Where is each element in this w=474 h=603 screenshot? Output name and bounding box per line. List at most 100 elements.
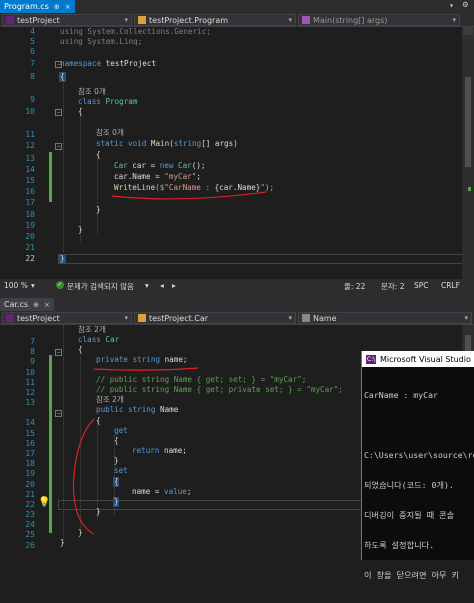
line-number: 17 [25,198,35,207]
issues-status[interactable]: 문제가 검색되지 않음 [67,281,134,292]
line-number: 12 [25,388,35,397]
console-app-icon: C:\ [366,354,376,364]
code-line: class Program [78,97,138,106]
line-number: 21 [25,243,35,252]
tab-car-cs[interactable]: Car.cs ⊕ × [0,298,54,311]
line-number: 15 [25,429,35,438]
line-number: 17 [25,449,35,458]
scrollbar-thumb[interactable] [465,77,471,167]
indent-guide [97,154,98,234]
change-mark [468,187,471,191]
line-number: 8 [30,72,35,81]
code-area[interactable]: using System.Collections.Generic; using … [59,27,474,279]
char-indicator[interactable]: 문자: 2 [381,281,404,292]
line-number: 19 [25,469,35,478]
line-number: 26 [25,541,35,550]
code-line: WriteLine($"CarName : {car.Name}"); [114,183,275,192]
code-line: } [96,205,101,214]
settings-icon[interactable]: ⚙ [463,0,468,10]
program-cs-editor[interactable]: 4 5 6 7 8 9 10 11 12 13 14 15 16 17 18 1… [0,27,474,279]
line-number: 11 [25,378,35,387]
line-number: 19 [25,221,35,230]
code-line: return name; [132,446,187,455]
class-dropdown-label: testProject.Car [149,313,209,323]
indent-guide [80,107,81,242]
console-line: 디버깅이 중지될 때 콘솔 [364,510,455,520]
line-number: 22 [25,254,35,263]
vertical-scrollbar[interactable] [462,27,474,279]
project-dropdown[interactable]: testProject ▾ [2,14,132,26]
top-nav-bar: testProject ▾ testProject.Program ▾ Main… [0,13,474,27]
console-line: 되었습니다(코드: 0개). [364,480,454,490]
class-icon [138,314,146,322]
line-number: 9 [30,357,35,366]
whitespace-indicator[interactable]: SPC [414,281,429,290]
line-number: 14 [25,165,35,174]
line-number: 13 [25,398,35,407]
line-number: 7 [30,337,35,346]
zoom-level[interactable]: 100 % [4,281,28,290]
line-number: 16 [25,439,35,448]
codelens-references[interactable]: 참조 2개 [96,395,124,405]
check-circle-icon: ✓ [56,281,64,289]
console-line: 하도록 설정합니다. [364,540,435,550]
code-line: namespace testProject [60,59,157,68]
console-title-bar[interactable]: C:\ Microsoft Visual Studio 디 [362,351,474,367]
code-line: name = value; [132,487,192,496]
code-line: using System.Linq; [60,37,143,46]
code-line: } [78,528,83,537]
code-line: // public string Name { get; set; } = "m… [96,375,307,384]
pin-icon[interactable]: ⊕ [33,301,39,309]
class-dropdown[interactable]: testProject.Car ▾ [134,312,296,324]
member-dropdown[interactable]: Name ▾ [298,312,472,324]
console-title: Microsoft Visual Studio 디 [380,354,474,364]
console-line: CarName : myCar [364,390,438,400]
console-line: 이 창을 닫으려면 아무 키 [364,570,460,580]
line-indicator[interactable]: 줄: 22 [344,281,365,292]
code-line: { [114,436,119,445]
csharp-project-icon [6,314,14,322]
line-number: 4 [30,27,35,36]
debug-console-window[interactable]: C:\ Microsoft Visual Studio 디 CarName : … [361,351,474,580]
issues-chevron-icon[interactable]: ▾ [145,281,149,290]
close-icon[interactable]: × [44,301,50,309]
close-icon[interactable]: × [65,3,71,11]
line-number: 25 [25,530,35,539]
codelens-references[interactable]: 참조 2개 [78,325,106,335]
codelens-references[interactable]: 참조 0개 [96,128,124,138]
project-dropdown-label: testProject [17,15,60,25]
code-line: { [78,345,83,354]
line-number: 11 [25,130,35,139]
member-dropdown-label: Name [313,313,337,323]
line-ending-indicator[interactable]: CRLF [441,281,460,290]
nav-forward-icon[interactable]: ▸ [172,281,176,290]
line-number: 20 [25,480,35,489]
member-dropdown[interactable]: Main(string[] args) ▾ [298,14,460,26]
split-button[interactable] [463,27,473,35]
chevron-down-icon: ▾ [464,314,468,322]
zoom-chevron-icon[interactable]: ▾ [31,281,35,290]
member-dropdown-label: Main(string[] args) [313,15,388,25]
line-number-gutter: 4 5 6 7 8 9 10 11 12 13 14 15 16 17 18 1… [0,27,38,279]
code-line: using System.Collections.Generic; [60,27,211,36]
line-number: 8 [30,347,35,356]
lightbulb-icon[interactable]: 💡 [38,497,50,508]
line-number: 20 [25,232,35,241]
console-line: C:\Users\user\source\re [364,450,474,460]
pin-icon[interactable]: ⊕ [54,3,60,11]
tab-program-cs[interactable]: Program.cs ⊕ × [0,0,75,13]
class-dropdown[interactable]: testProject.Program ▾ [134,14,296,26]
line-number: 22 [25,500,35,509]
project-dropdown[interactable]: testProject ▾ [2,312,132,324]
nav-back-icon[interactable]: ◂ [160,281,164,290]
editor-status-bar: 100 % ▾ ✓ 문제가 검색되지 않음 ▾ ◂ ▸ 줄: 22 문자: 2 … [0,279,474,292]
bottom-nav-bar: testProject ▾ testProject.Car ▾ Name ▾ [0,311,474,325]
line-number: 16 [25,187,35,196]
line-number: 15 [25,176,35,185]
line-number: 12 [25,141,35,150]
codelens-references[interactable]: 참조 0개 [78,87,106,97]
indent-guide [97,420,98,520]
line-number: 23 [25,510,35,519]
tab-overflow-icon[interactable]: ▾ [449,1,454,10]
